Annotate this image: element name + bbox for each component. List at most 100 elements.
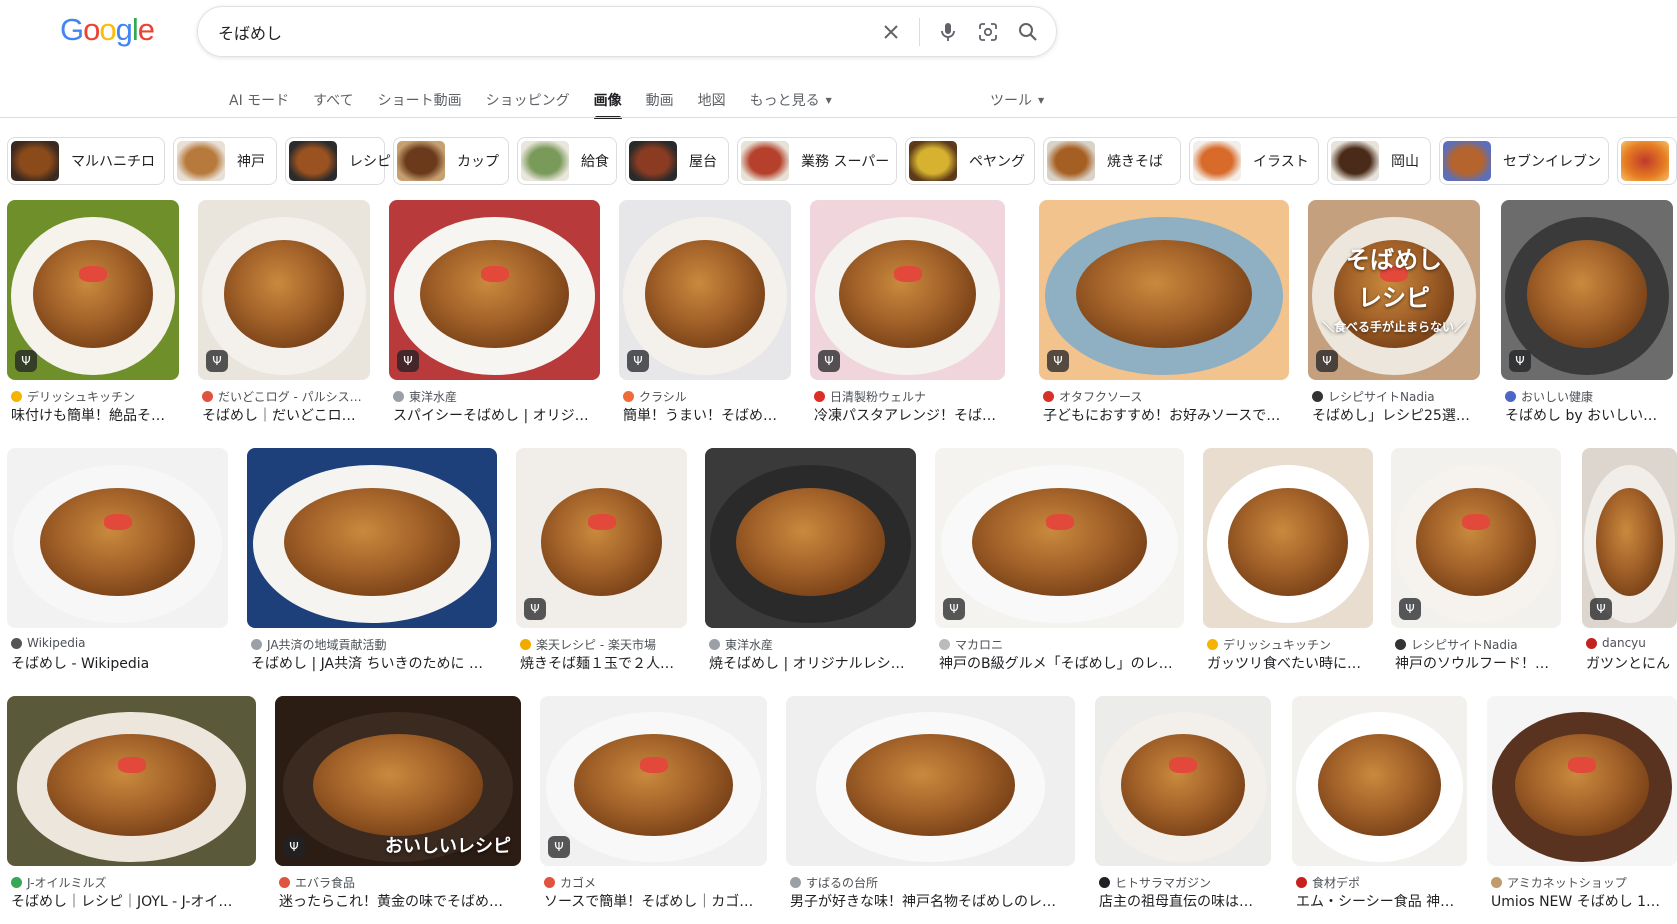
result-thumbnail: Ψ	[1039, 200, 1289, 380]
result-title[interactable]: ガツンとにん	[1586, 653, 1677, 673]
tab-videos[interactable]: 動画	[634, 83, 686, 117]
fork-knife-icon: Ψ	[1399, 598, 1421, 620]
source-name: dancyu	[1602, 636, 1646, 650]
source-name: カゴメ	[560, 876, 597, 890]
microphone-icon[interactable]	[934, 18, 962, 46]
result-title[interactable]: 神戸のソウルフード！…	[1395, 653, 1561, 673]
overlay-title: レシピ	[1358, 284, 1430, 312]
source-name: JA共済の地域貢献活動	[267, 638, 387, 652]
filter-chip[interactable]: イラスト	[1189, 137, 1319, 185]
filter-chip[interactable]: 屋台	[625, 137, 729, 185]
image-result[interactable]: デリッシュキッチン ガッツリ食べたい時に…	[1203, 448, 1373, 680]
result-title[interactable]: 冷凍パスタアレンジ！そばめ…	[814, 405, 1005, 425]
result-thumbnail: Ψ おいしいレシピ	[275, 696, 521, 866]
chip-thumbnail	[629, 141, 677, 181]
filter-chip[interactable]: 焼きそば	[1043, 137, 1181, 185]
result-title[interactable]: そばめし - Wikipedia	[11, 653, 228, 673]
result-title[interactable]: 店主の祖母直伝の味は…	[1099, 891, 1271, 911]
google-logo[interactable]: Google	[60, 12, 155, 48]
source-name: ヒトサラマガジン	[1115, 876, 1212, 890]
image-result[interactable]: Ψ おいしい健康 そばめし by おいしい…	[1501, 200, 1673, 432]
result-title[interactable]: そばめし｜だいどこロ…	[202, 405, 370, 425]
chip-thumbnail	[11, 141, 59, 181]
chip-label: ペヤング	[969, 154, 1025, 170]
image-result[interactable]: Ψ 日清製粉ウェルナ 冷凍パスタアレンジ！そばめ…	[810, 200, 1005, 432]
result-title[interactable]: 焼きそば麺１玉で２人…	[520, 653, 687, 673]
result-title[interactable]: エム・シーシー食品 神…	[1296, 891, 1467, 911]
image-result[interactable]: Ψ オタフクソース 子どもにおすすめ！お好みソースで…	[1039, 200, 1289, 432]
header-divider	[0, 117, 1677, 118]
food-shape	[971, 488, 1148, 596]
site-favicon-icon	[1395, 639, 1406, 650]
result-title[interactable]: スパイシーそばめし | オリジ…	[393, 405, 600, 425]
result-thumbnail: Ψ	[810, 200, 1005, 380]
source-name: クラシル	[639, 390, 687, 404]
image-result[interactable]: Ψ 東洋水産 スパイシーそばめし | オリジ…	[389, 200, 600, 432]
image-result[interactable]: Ψ 楽天レシピ - 楽天市場 焼きそば麺１玉で２人…	[516, 448, 687, 680]
image-result[interactable]: Ψ デリッシュキッチン 味付けも簡単！絶品そ…	[7, 200, 179, 432]
image-result[interactable]: JA共済の地域貢献活動 そばめし | JA共済 ちいきのために …	[247, 448, 497, 680]
overlay-caption: ＼食べる手が止まらない／	[1321, 320, 1466, 334]
image-result[interactable]: Wikipedia そばめし - Wikipedia	[7, 448, 228, 680]
tab-all[interactable]: すべて	[301, 83, 365, 117]
result-title[interactable]: そばめし | JA共済 ちいきのために …	[251, 653, 497, 673]
result-title[interactable]: そばめし」レシピ25選…	[1312, 405, 1480, 425]
image-result[interactable]: J-オイルミルズ そばめし｜レシピ｜JOYL - J-オイ…	[7, 696, 256, 918]
image-result[interactable]: Ψ だいどこログ - パルシス… そばめし｜だいどこロ…	[198, 200, 370, 432]
chip-label: 業務 スーパー	[801, 154, 890, 170]
filter-chip[interactable]	[1617, 137, 1677, 185]
result-source: エバラ食品	[279, 874, 521, 891]
image-result[interactable]: Ψ マカロニ 神戸のB級グルメ「そばめし」のレ…	[935, 448, 1184, 680]
image-result[interactable]: 東洋水産 焼そばめし | オリジナルレシ…	[705, 448, 916, 680]
tab-label: 動画	[645, 93, 674, 109]
close-icon[interactable]	[877, 18, 905, 46]
image-result[interactable]: ヒトサラマガジン 店主の祖母直伝の味は…	[1095, 696, 1271, 918]
image-result[interactable]: すばるの台所 男子が好きな味！神戸名物そばめしのレ…	[786, 696, 1075, 918]
result-title[interactable]: 味付けも簡単！絶品そ…	[11, 405, 179, 425]
fork-knife-icon: Ψ	[548, 836, 570, 858]
result-title[interactable]: そばめし｜レシピ｜JOYL - J-オイ…	[11, 891, 256, 911]
image-result[interactable]: アミカネットショップ Umios NEW そばめし 1…	[1487, 696, 1677, 918]
image-result[interactable]: Ψ レシピサイトNadia 神戸のソウルフード！…	[1391, 448, 1561, 680]
tab-more[interactable]: もっと見る ▼	[738, 83, 844, 117]
filter-chip[interactable]: ペヤング	[905, 137, 1035, 185]
image-result[interactable]: Ψ そばめし レシピ ＼食べる手が止まらない／ レシピサイトNadia そばめし」レシピ2…	[1308, 200, 1480, 432]
filter-chip[interactable]: 給食	[517, 137, 617, 185]
image-result[interactable]: 食材デポ エム・シーシー食品 神…	[1292, 696, 1467, 918]
tab-ai-mode[interactable]: AI モード	[217, 83, 301, 117]
result-title[interactable]: そばめし by おいしい…	[1505, 405, 1673, 425]
tools-button[interactable]: ツール ▼	[990, 83, 1044, 117]
image-result[interactable]: Ψdancyu ガツンとにん	[1582, 448, 1677, 680]
result-title[interactable]: 男子が好きな味！神戸名物そばめしのレ…	[790, 891, 1075, 911]
result-title[interactable]: 子どもにおすすめ！お好みソースで…	[1043, 405, 1289, 425]
tab-images[interactable]: 画像	[582, 83, 634, 119]
image-result[interactable]: Ψ カゴメ ソースで簡単！そばめし｜カゴ…	[540, 696, 767, 918]
search-input[interactable]	[218, 22, 877, 41]
results-row-1: Ψ デリッシュキッチン 味付けも簡単！絶品そ… Ψ だいどこログ - パルシス… そばめし…	[0, 200, 1677, 432]
result-title[interactable]: 迷ったらこれ！黄金の味でそばめ…	[279, 891, 521, 911]
tab-shopping[interactable]: ショッピング	[474, 83, 582, 117]
result-title[interactable]: ソースで簡単！そばめし｜カゴ…	[544, 891, 767, 911]
result-title[interactable]: Umios NEW そばめし 1…	[1491, 891, 1677, 911]
filter-chip[interactable]: 岡山	[1327, 137, 1431, 185]
filter-chip[interactable]: セブンイレブン	[1439, 137, 1609, 185]
tab-short-videos[interactable]: ショート動画	[366, 83, 474, 117]
filter-chip[interactable]: レシピ	[285, 137, 391, 185]
tab-maps[interactable]: 地図	[686, 83, 738, 117]
result-title[interactable]: 焼そばめし | オリジナルレシ…	[709, 653, 916, 673]
result-title[interactable]: ガッツリ食べたい時に…	[1207, 653, 1373, 673]
chip-label: レシピ	[349, 154, 391, 170]
filter-chip[interactable]: マルハニチロ	[7, 137, 165, 185]
result-thumbnail: Ψ	[516, 448, 687, 628]
image-result[interactable]: Ψ おいしいレシピエバラ食品 迷ったらこれ！黄金の味でそばめ…	[275, 696, 521, 918]
result-title[interactable]: 神戸のB級グルメ「そばめし」のレ…	[939, 653, 1184, 673]
result-thumbnail	[7, 448, 228, 628]
search-icon[interactable]	[1014, 18, 1042, 46]
filter-chip[interactable]: 神戸	[173, 137, 277, 185]
search-box[interactable]	[197, 6, 1057, 57]
filter-chip[interactable]: カップ	[393, 137, 509, 185]
camera-lens-icon[interactable]	[974, 18, 1002, 46]
filter-chip[interactable]: 業務 スーパー	[737, 137, 897, 185]
image-result[interactable]: Ψ クラシル 簡単！うまい！そばめ…	[619, 200, 791, 432]
result-title[interactable]: 簡単！うまい！そばめ…	[623, 405, 791, 425]
